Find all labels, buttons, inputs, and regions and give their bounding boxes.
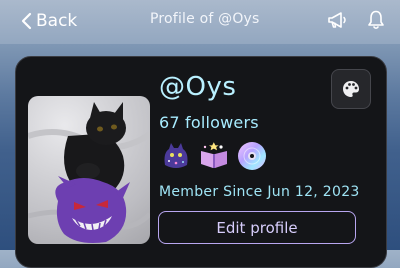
profile-photo[interactable] [28,96,150,244]
followers-count[interactable]: 67 followers [159,113,259,132]
back-button[interactable]: Back [20,9,77,33]
edit-profile-button[interactable]: Edit profile [158,211,356,244]
megaphone-icon [328,12,346,28]
spellbook-badge-icon[interactable] [199,141,229,171]
palette-icon [343,81,359,97]
top-bar: Back Profile of @Oys [0,0,400,44]
chevron-left-icon [21,12,32,30]
page-title: Profile of @Oys [150,11,260,27]
profile-photo-image [28,102,150,243]
bell-icon [368,10,384,30]
back-label: Back [36,11,78,31]
username: @Oys [159,72,237,102]
notifications-button[interactable] [364,8,388,34]
theme-button[interactable] [331,69,371,109]
disc-badge-icon[interactable] [237,141,267,171]
member-since: Member Since Jun 12, 2023 [159,184,360,200]
galaxy-cat-badge-icon[interactable] [161,141,191,171]
badge-list [161,141,267,171]
report-button[interactable] [326,8,350,34]
